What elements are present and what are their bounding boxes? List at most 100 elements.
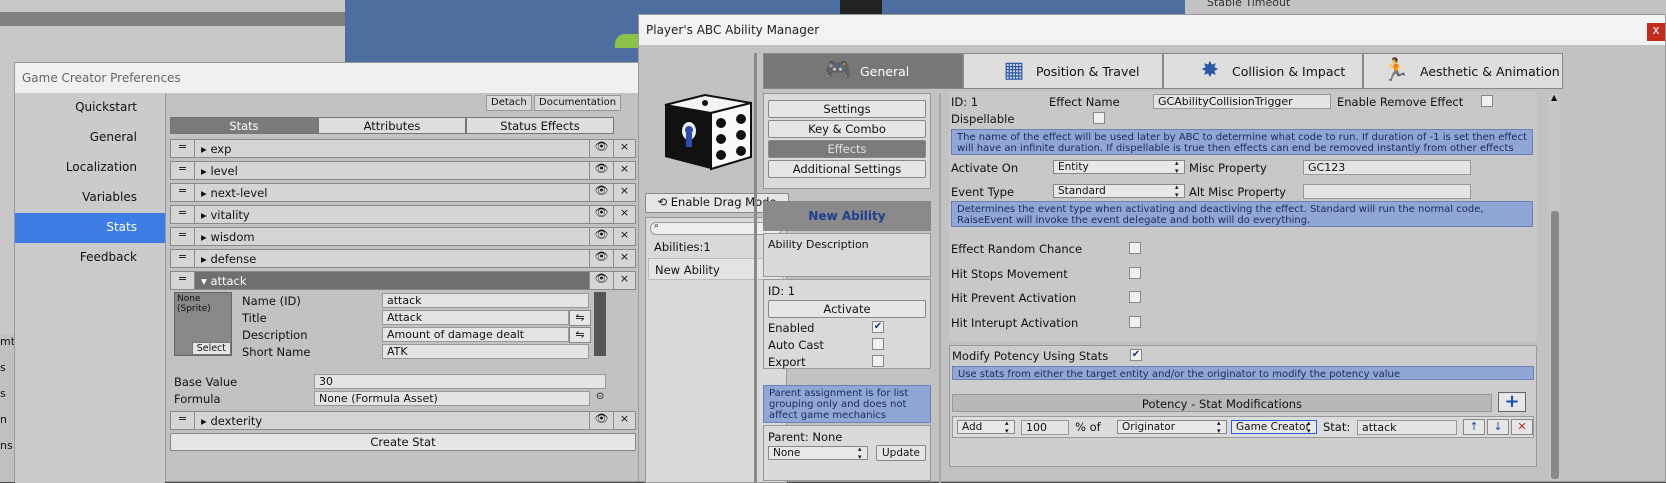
close-icon[interactable]: ×: [613, 272, 635, 289]
enable-remove-checkbox[interactable]: [1481, 95, 1493, 107]
event-type-dropdown[interactable]: Standard: [1053, 183, 1185, 199]
drag-handle-icon[interactable]: =: [171, 228, 195, 245]
move-up-icon[interactable]: ↑: [1463, 419, 1485, 435]
stat-row[interactable]: = ▸ defense 👁 ×: [170, 249, 636, 268]
sidebar-item-localization[interactable]: Localization: [15, 153, 165, 183]
close-icon[interactable]: ×: [613, 228, 635, 245]
eye-icon[interactable]: 👁: [589, 250, 613, 267]
stat-row[interactable]: = ▸ next-level 👁 ×: [170, 183, 636, 202]
drag-handle-icon[interactable]: =: [171, 140, 195, 157]
eye-icon[interactable]: 👁: [589, 412, 613, 429]
stat-row[interactable]: = ▸ exp 👁 ×: [170, 139, 636, 158]
system-dropdown[interactable]: Game Creator: [1231, 419, 1317, 435]
sidebar-item-stats[interactable]: Stats: [15, 213, 165, 243]
create-stat-button[interactable]: Create Stat: [170, 433, 636, 451]
formula-field[interactable]: None (Formula Asset): [314, 391, 590, 406]
detach-button[interactable]: Detach: [486, 95, 532, 111]
random-chance-checkbox[interactable]: [1129, 242, 1141, 254]
eye-icon[interactable]: 👁: [589, 228, 613, 245]
drag-handle-icon[interactable]: =: [171, 162, 195, 179]
autocast-checkbox[interactable]: [872, 338, 884, 350]
sidebar-item-general[interactable]: General: [15, 123, 165, 153]
tab-stats[interactable]: Stats: [170, 117, 318, 134]
stat-field[interactable]: attack: [1357, 420, 1457, 435]
nav-additional-settings-button[interactable]: Additional Settings: [768, 160, 926, 178]
nav-settings-button[interactable]: Settings: [768, 100, 926, 118]
drag-handle-icon[interactable]: =: [171, 412, 195, 429]
base-value-field[interactable]: 30: [314, 374, 606, 389]
eye-icon[interactable]: 👁: [589, 140, 613, 157]
sidebar-item-quickstart[interactable]: Quickstart: [15, 93, 165, 123]
scrollbar[interactable]: ▲: [1549, 93, 1561, 481]
export-checkbox[interactable]: [872, 355, 884, 367]
delete-icon[interactable]: ✕: [1511, 419, 1533, 435]
alt-misc-property-field[interactable]: [1303, 184, 1471, 199]
add-icon[interactable]: +: [1498, 392, 1526, 412]
scroll-up-icon[interactable]: ▲: [1551, 93, 1557, 102]
eye-icon[interactable]: 👁: [589, 184, 613, 201]
tab-aesthetic-animation[interactable]: 🏃 Aesthetic & Animation: [1363, 53, 1563, 89]
activate-button[interactable]: Activate: [768, 300, 926, 318]
localize-icon[interactable]: ⇋: [569, 310, 591, 326]
scrollbar[interactable]: [594, 292, 606, 356]
select-button[interactable]: Select: [191, 342, 231, 355]
stat-row-open[interactable]: = ▾ attack 👁 ×: [170, 271, 636, 290]
drag-handle-icon[interactable]: =: [171, 250, 195, 267]
misc-property-field[interactable]: GC123: [1303, 160, 1471, 175]
object-picker-icon[interactable]: ⊙: [596, 391, 604, 402]
stat-row[interactable]: = ▸ dexterity 👁 ×: [170, 411, 636, 430]
close-icon[interactable]: ×: [613, 140, 635, 157]
update-button[interactable]: Update: [876, 445, 926, 461]
close-icon[interactable]: ×: [613, 412, 635, 429]
splitter[interactable]: [754, 53, 757, 483]
drag-handle-icon[interactable]: =: [171, 184, 195, 201]
description-field[interactable]: Amount of damage dealt: [382, 327, 569, 342]
eye-icon[interactable]: 👁: [589, 162, 613, 179]
sprite-field[interactable]: None (Sprite) Select: [174, 292, 232, 356]
hit-interupt-activation-checkbox[interactable]: [1129, 316, 1141, 328]
effect-name-field[interactable]: GCAbilityCollisionTrigger: [1153, 94, 1331, 109]
sidebar-item-feedback[interactable]: Feedback: [15, 243, 165, 273]
close-icon[interactable]: ×: [613, 250, 635, 267]
close-icon[interactable]: ×: [613, 184, 635, 201]
name-field[interactable]: attack: [382, 293, 589, 308]
close-icon[interactable]: ×: [613, 206, 635, 223]
tab-position-travel[interactable]: ▦ Position & Travel: [963, 53, 1163, 89]
activate-on-dropdown[interactable]: Entity: [1053, 159, 1185, 175]
source-dropdown[interactable]: Originator: [1117, 419, 1227, 435]
eye-icon[interactable]: 👁: [589, 272, 613, 289]
drag-handle-icon[interactable]: =: [171, 206, 195, 223]
dispellable-checkbox[interactable]: [1093, 112, 1105, 124]
title-field[interactable]: Attack: [382, 310, 569, 325]
modify-potency-checkbox[interactable]: ✔: [1130, 349, 1142, 361]
hit-prevent-activation-checkbox[interactable]: [1129, 291, 1141, 303]
tab-status-effects[interactable]: Status Effects: [466, 117, 614, 134]
tab-general[interactable]: 🎮 General: [763, 53, 963, 89]
nav-effects-button[interactable]: Effects: [768, 140, 926, 158]
scrollbar-thumb[interactable]: [1551, 211, 1559, 479]
stat-name: ▸ wisdom: [201, 230, 255, 244]
localize-icon[interactable]: ⇋: [569, 327, 591, 343]
hit-stops-movement-checkbox[interactable]: [1129, 267, 1141, 279]
operation-dropdown[interactable]: Add: [957, 419, 1015, 435]
stat-row[interactable]: = ▸ level 👁 ×: [170, 161, 636, 180]
value-field[interactable]: 100: [1021, 420, 1069, 435]
tab-collision-impact[interactable]: ✸ Collision & Impact: [1163, 53, 1363, 89]
stat-row[interactable]: = ▸ vitality 👁 ×: [170, 205, 636, 224]
tab-attributes[interactable]: Attributes: [318, 117, 466, 134]
potency-header: Potency - Stat Modifications: [952, 394, 1492, 412]
close-icon[interactable]: ×: [613, 162, 635, 179]
export-label: Export: [768, 355, 806, 369]
ability-description-field[interactable]: Ability Description: [763, 233, 931, 277]
enabled-checkbox[interactable]: ✔: [872, 321, 884, 333]
move-down-icon[interactable]: ↓: [1487, 419, 1509, 435]
stat-row[interactable]: = ▸ wisdom 👁 ×: [170, 227, 636, 246]
drag-handle-icon[interactable]: =: [171, 272, 195, 289]
short-name-field[interactable]: ATK: [382, 344, 589, 359]
nav-key-combo-button[interactable]: Key & Combo: [768, 120, 926, 138]
documentation-button[interactable]: Documentation: [534, 95, 622, 111]
eye-icon[interactable]: 👁: [589, 206, 613, 223]
close-button[interactable]: x: [1647, 23, 1665, 41]
parent-dropdown[interactable]: None: [768, 445, 868, 461]
sidebar-item-variables[interactable]: Variables: [15, 183, 165, 213]
